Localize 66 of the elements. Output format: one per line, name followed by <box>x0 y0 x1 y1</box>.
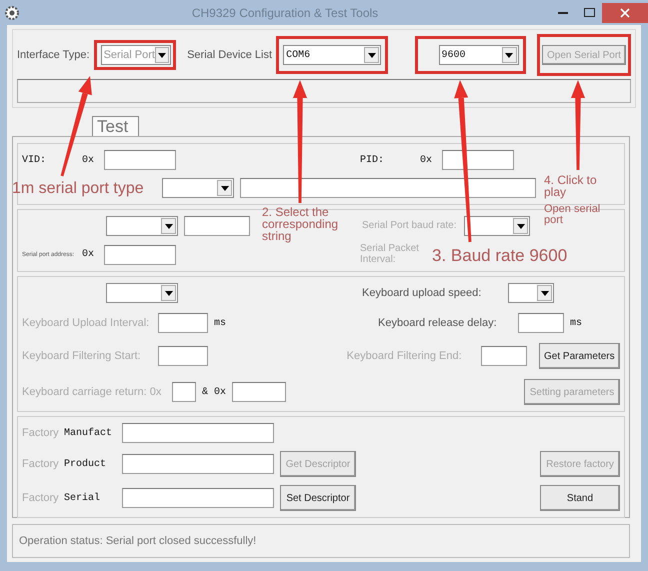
field-label: Product <box>64 458 108 470</box>
annotation-text: Open serial port <box>544 204 602 226</box>
field-label: ms <box>570 318 582 328</box>
field-label: PID: <box>360 154 386 166</box>
input-field[interactable] <box>518 313 564 333</box>
maximize-icon <box>584 8 594 17</box>
action-button[interactable]: Get Parameters <box>538 343 620 369</box>
dropdown-arrow-icon <box>540 290 548 296</box>
input-field[interactable] <box>240 178 536 198</box>
annotation-text: 2. Select the corresponding string <box>262 206 340 242</box>
field-label: Manufact <box>64 428 114 438</box>
field-label: Keyboard carriage return: 0x <box>22 386 162 398</box>
input-field[interactable] <box>104 150 176 170</box>
device-dropdown[interactable]: COM6 <box>283 45 382 65</box>
window-title: CH9329 Configuration & Test Tools <box>190 6 380 20</box>
dropdown[interactable] <box>508 283 554 303</box>
tab[interactable]: Test <box>92 116 140 136</box>
dropdown-arrow-icon <box>505 52 513 58</box>
field-label: Keyboard Filtering Start: <box>22 350 142 362</box>
dropdown-arrow-icon <box>368 52 376 58</box>
field-label: ms <box>214 318 226 328</box>
baud-dropdown[interactable]: 9600 <box>438 45 518 65</box>
field-label: 0x <box>214 386 226 398</box>
minimize-icon <box>558 12 568 14</box>
field-label: Keyboard release delay: <box>378 317 498 329</box>
annotation-text: 1m serial port type <box>12 181 144 197</box>
input-field[interactable] <box>158 346 208 366</box>
action-button[interactable]: Stand <box>540 485 620 511</box>
input-field[interactable] <box>122 454 274 474</box>
field-label: Keyboard Upload Interval: <box>22 317 150 329</box>
input-field[interactable] <box>104 244 176 264</box>
close-icon <box>620 8 630 18</box>
input-field[interactable] <box>184 216 250 236</box>
annotation-text: 3. Baud rate 9600 <box>432 247 568 264</box>
input-field[interactable] <box>232 382 286 402</box>
field-label: Interface Type: <box>17 49 90 61</box>
field-label: Serial Device List <box>187 49 272 61</box>
field-label: Factory <box>22 492 58 504</box>
input-field[interactable] <box>122 423 274 443</box>
field-label: Keyboard upload speed: <box>362 287 482 299</box>
gear-icon <box>4 4 20 20</box>
field-label: VID: <box>22 154 48 166</box>
input-field[interactable] <box>480 346 527 366</box>
status-text: Operation status: Serial port closed successfully! <box>19 535 256 547</box>
input-field[interactable] <box>122 488 274 508</box>
field-label: Serial <box>64 492 102 504</box>
field-label: Factory <box>22 427 58 439</box>
input-field[interactable] <box>158 313 208 333</box>
dropdown-arrow-icon <box>164 290 172 296</box>
annotation-text: 4. Click to play <box>544 174 598 198</box>
field-label: 0x <box>82 249 96 260</box>
field-label: Serial Port baud rate: <box>362 220 458 232</box>
input-field[interactable] <box>172 382 196 402</box>
field-label: 0x <box>420 154 434 166</box>
dropdown-arrow-icon <box>164 224 172 228</box>
field-label: 0x <box>82 154 96 166</box>
field-label: & <box>202 386 208 398</box>
input-field[interactable] <box>442 150 514 170</box>
dropdown-arrow-icon <box>158 52 166 58</box>
dropdown-arrow-icon <box>516 224 524 228</box>
close-button[interactable] <box>602 2 648 22</box>
action-button[interactable]: Set Descriptor <box>280 485 356 511</box>
dropdown-arrow-icon <box>220 186 228 190</box>
field-label: Factory <box>22 458 58 470</box>
field-label: Keyboard Filtering End: <box>346 350 463 362</box>
field-label: Serial Packet Interval: <box>360 244 420 265</box>
